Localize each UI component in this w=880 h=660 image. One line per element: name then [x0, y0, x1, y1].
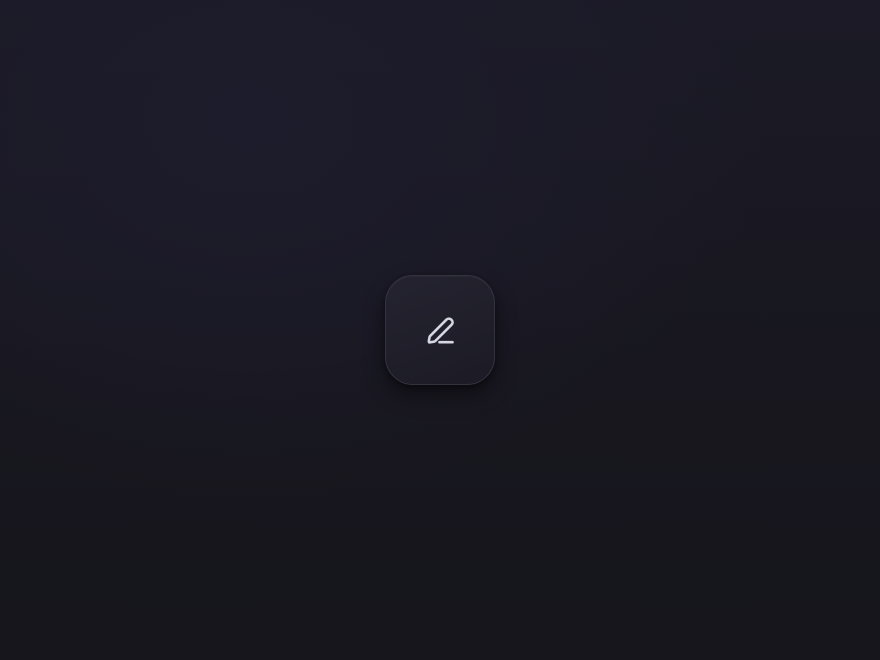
canvas-background — [0, 0, 880, 660]
pencil-edit-icon — [427, 317, 454, 344]
edit-button[interactable] — [385, 275, 495, 385]
